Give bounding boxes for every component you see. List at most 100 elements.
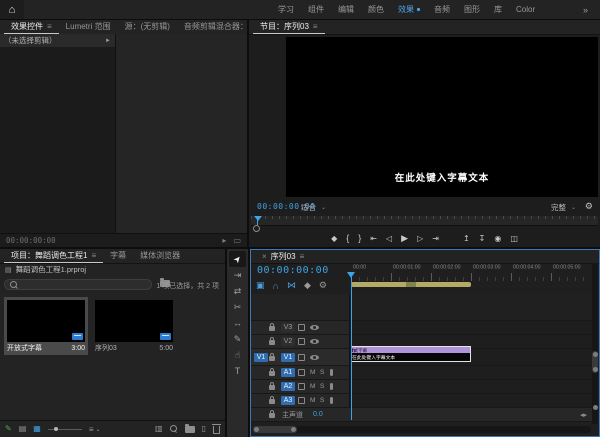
sync-lock-icon[interactable] xyxy=(298,324,305,331)
track-header-v2[interactable]: V2 xyxy=(251,335,350,348)
track-target-v2[interactable]: V2 xyxy=(281,337,295,346)
snap-magnet-icon[interactable]: ∩ xyxy=(273,281,279,291)
lock-icon[interactable] xyxy=(269,356,275,361)
scrollbar-handle-dot[interactable] xyxy=(593,405,598,410)
panel-menu-icon[interactable]: ≡ xyxy=(91,249,96,263)
step-back-button[interactable]: ◁ xyxy=(386,234,392,243)
expand-arrow-icon[interactable]: ► xyxy=(105,38,111,44)
lock-icon[interactable] xyxy=(269,371,275,376)
workspace-tab-graphics[interactable]: 图形 xyxy=(464,4,480,15)
playhead-caret-icon[interactable] xyxy=(254,216,262,221)
tab-captions[interactable]: 字幕 xyxy=(103,249,133,263)
lock-icon[interactable] xyxy=(269,340,275,345)
timeline-settings-wrench-icon[interactable]: ⚙ xyxy=(319,280,327,291)
sync-lock-icon[interactable] xyxy=(298,354,305,361)
panel-menu-icon[interactable]: ≡ xyxy=(313,20,318,34)
list-view-button[interactable]: ▤ xyxy=(19,424,27,434)
sync-lock-icon[interactable] xyxy=(298,338,305,345)
timeline-timecode[interactable]: 00:00:00:00 xyxy=(257,265,329,276)
workspace-tab-audio[interactable]: 音频 xyxy=(434,4,450,15)
play-only-icon[interactable]: ▸ xyxy=(222,236,226,245)
timeline-horizontal-scrollbar[interactable] xyxy=(253,426,591,433)
export-frame-button[interactable]: ◉ xyxy=(494,234,501,243)
tab-project[interactable]: 项目：舞蹈调色工程1 ≡ xyxy=(4,249,103,263)
track-content-a1[interactable] xyxy=(350,366,592,379)
track-target-a3[interactable]: A3 xyxy=(281,396,295,405)
settings-wrench-icon[interactable]: ⚙ xyxy=(585,201,593,212)
lock-icon[interactable] xyxy=(269,413,275,418)
sync-lock-icon[interactable] xyxy=(298,383,305,390)
playback-resolution-select[interactable]: 完整 ⌄ xyxy=(551,202,576,213)
go-to-in-button[interactable]: ⇤ xyxy=(370,234,377,243)
voiceover-mic-icon[interactable] xyxy=(330,369,333,376)
workspace-tab-color-custom[interactable]: Color xyxy=(516,5,535,14)
panel-menu-icon[interactable]: ≡ xyxy=(300,250,305,264)
program-scrubber[interactable] xyxy=(251,216,598,226)
voiceover-mic-icon[interactable] xyxy=(330,397,333,404)
automate-to-sequence-button[interactable]: ▥ xyxy=(155,424,163,434)
close-icon[interactable]: × xyxy=(262,250,267,264)
delete-button[interactable] xyxy=(213,426,220,434)
project-breadcrumb[interactable]: ▤ 舞蹈调色工程1.prproj xyxy=(0,263,225,276)
pen-tool[interactable]: ✎ xyxy=(229,331,246,347)
new-item-button[interactable]: ▯ xyxy=(202,424,206,434)
find-button[interactable] xyxy=(170,425,178,433)
track-target-a1[interactable]: A1 xyxy=(281,368,295,377)
empty-track-content[interactable] xyxy=(350,294,592,320)
workspace-tab-assembly[interactable]: 组件 xyxy=(308,4,324,15)
lock-icon[interactable] xyxy=(269,399,275,404)
tab-source-monitor[interactable]: 源：(无剪辑) xyxy=(118,20,177,34)
tab-media-browser[interactable]: 媒体浏览器 xyxy=(133,249,187,263)
sync-lock-icon[interactable] xyxy=(298,369,305,376)
track-header-a1[interactable]: A1 M S xyxy=(251,366,350,379)
lock-icon[interactable] xyxy=(269,385,275,390)
search-input[interactable] xyxy=(21,281,146,288)
workspace-tab-libraries[interactable]: 库 xyxy=(494,4,502,15)
solo-button[interactable]: S xyxy=(320,369,330,376)
tab-effect-controls[interactable]: 效果控件 ≡ xyxy=(4,20,59,34)
tab-sequence[interactable]: × 序列03 ≡ xyxy=(255,250,311,264)
track-content-v3[interactable] xyxy=(350,321,592,334)
zoom-level-select[interactable]: 适合 ⌄ xyxy=(301,202,326,213)
workspace-tab-editing[interactable]: 编辑 xyxy=(338,4,354,15)
scrollbar-thumb[interactable] xyxy=(592,351,598,373)
work-area-bar[interactable] xyxy=(351,282,471,287)
timeline-ruler[interactable]: 00:00 00:00:01:00 00:00:02:00 00:00:03:0… xyxy=(351,263,591,281)
tab-audio-clip-mixer[interactable]: 音频剪辑混合器：序列03 xyxy=(177,20,247,34)
search-box[interactable] xyxy=(4,279,152,290)
timeline-vertical-scrollbar[interactable] xyxy=(592,263,598,424)
lift-button[interactable]: ↥ xyxy=(463,234,470,243)
track-header-a2[interactable]: A2 M S xyxy=(251,380,350,393)
selection-tool[interactable]: ➤ xyxy=(229,251,246,267)
track-content-a3[interactable] xyxy=(350,394,592,407)
home-icon[interactable]: ⌂ xyxy=(0,0,24,19)
track-output-eye-icon[interactable] xyxy=(310,339,319,344)
sort-icons-button[interactable]: ≡ ⌄ xyxy=(89,425,101,434)
effect-controls-keyframe-area[interactable] xyxy=(116,34,247,234)
add-marker-button[interactable]: ◆ xyxy=(331,234,337,243)
mute-button[interactable]: M xyxy=(310,383,320,390)
item-thumbnail[interactable] xyxy=(95,300,173,342)
ripple-edit-tool[interactable]: ⇄ xyxy=(229,283,246,299)
scrollbar-thumb[interactable] xyxy=(253,426,297,433)
track-output-eye-icon[interactable] xyxy=(310,355,319,360)
item-thumbnail[interactable] xyxy=(7,300,85,342)
new-bin-button[interactable] xyxy=(185,426,195,433)
timeline-playhead-caret[interactable] xyxy=(347,272,355,278)
track-select-forward-tool[interactable]: ⇥ xyxy=(229,267,246,283)
slip-tool[interactable]: ↔ xyxy=(229,315,246,331)
tab-program-monitor[interactable]: 节目：序列03 ≡ xyxy=(253,20,325,34)
mute-button[interactable]: M xyxy=(310,369,320,376)
track-target-a2[interactable]: A2 xyxy=(281,382,295,391)
track-header-v3[interactable]: V3 xyxy=(251,321,350,334)
workspace-overflow-icon[interactable]: » xyxy=(583,0,588,19)
workspace-tab-effects[interactable]: 效果 xyxy=(398,4,420,15)
extract-button[interactable]: ↧ xyxy=(479,234,486,243)
insert-nest-toggle-icon[interactable]: ▣ xyxy=(256,280,265,291)
track-output-eye-icon[interactable] xyxy=(310,325,319,330)
sync-lock-icon[interactable] xyxy=(298,397,305,404)
project-item-sequence[interactable]: 序列03 5:00 xyxy=(92,297,176,355)
track-header-master[interactable]: 主声道 0.0 ◂▸ xyxy=(251,408,592,421)
caption-clip[interactable]: fx 开放式字幕 在此处键入字幕文本 xyxy=(351,346,471,362)
solo-button[interactable]: S xyxy=(320,383,330,390)
